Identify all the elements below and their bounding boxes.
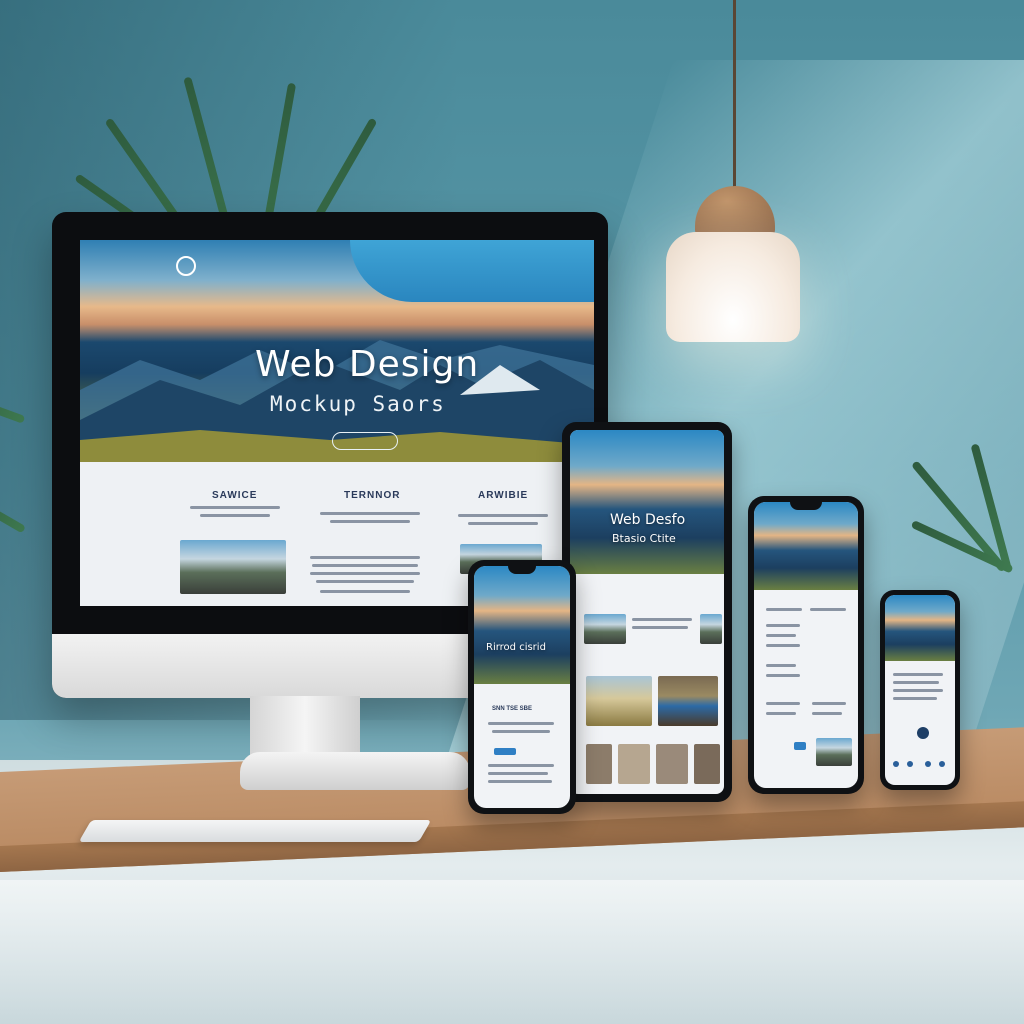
logo-circle-icon[interactable] — [176, 256, 196, 276]
floor-reflection — [0, 880, 1024, 1024]
phone-right-screen — [885, 595, 955, 785]
image-thumbnail[interactable] — [586, 744, 612, 784]
phone-right — [880, 590, 960, 790]
text-line — [766, 634, 796, 637]
text-line — [893, 681, 939, 684]
text-line — [316, 580, 414, 583]
nav-dot-icon[interactable] — [925, 761, 931, 767]
image-thumbnail[interactable] — [180, 540, 286, 594]
pendant-lamp — [666, 232, 800, 342]
keyboard — [78, 820, 432, 842]
hero-subtitle: Mockup Saors — [270, 392, 446, 416]
text-line — [458, 514, 548, 517]
plant-right — [910, 420, 1024, 640]
text-line — [312, 564, 418, 567]
column-title-1: SAWICE — [212, 490, 258, 501]
text-line — [320, 590, 410, 593]
phone-left-screen: Rirrod cisrid SNN TSE SBE — [474, 566, 570, 808]
text-line — [766, 608, 802, 611]
text-line — [488, 722, 554, 725]
hero-title: Web Design — [255, 344, 480, 385]
text-line — [893, 673, 943, 676]
column-title-3: ARWIBIE — [478, 490, 529, 501]
text-line — [632, 618, 692, 621]
nav-dot-icon[interactable] — [907, 761, 913, 767]
tablet: Web Desfo Btasio Ctite — [562, 422, 732, 802]
text-line — [893, 689, 943, 692]
image-thumbnail[interactable] — [586, 676, 652, 726]
text-line — [766, 624, 800, 627]
text-line — [330, 520, 410, 523]
image-thumbnail[interactable] — [584, 614, 626, 644]
text-line — [190, 506, 280, 509]
text-line — [893, 697, 937, 700]
nav-highlight — [350, 240, 594, 302]
column-title-2: TERNNOR — [344, 490, 401, 501]
nav-dot-icon[interactable] — [893, 761, 899, 767]
text-line — [810, 608, 846, 611]
hero-cta-button[interactable] — [332, 432, 398, 450]
action-button[interactable] — [794, 742, 806, 750]
image-thumbnail[interactable] — [700, 614, 722, 644]
monitor-screen: Web Design Mockup Saors SAWICE TERNNOR A… — [80, 240, 594, 606]
section-label-chip — [494, 748, 516, 755]
text-line — [488, 764, 554, 767]
lamp-cord — [733, 0, 736, 196]
text-line — [488, 780, 552, 783]
phone-left-title: Rirrod cisrid — [486, 642, 546, 653]
text-line — [310, 556, 420, 559]
text-line — [310, 572, 420, 575]
phone-middle-screen — [754, 502, 858, 788]
text-line — [488, 772, 548, 775]
image-thumbnail[interactable] — [656, 744, 688, 784]
text-line — [766, 664, 796, 667]
phone-middle — [748, 496, 864, 794]
text-line — [812, 702, 846, 705]
image-thumbnail[interactable] — [816, 738, 852, 766]
plant-left-lower — [0, 340, 60, 540]
text-line — [200, 514, 270, 517]
image-thumbnail[interactable] — [658, 676, 718, 726]
text-line — [766, 702, 800, 705]
text-line — [766, 712, 796, 715]
image-thumbnail[interactable] — [694, 744, 720, 784]
tablet-subtitle: Btasio Ctite — [612, 532, 676, 545]
text-line — [320, 512, 420, 515]
text-line — [492, 730, 550, 733]
image-thumbnail[interactable] — [618, 744, 650, 784]
tablet-screen: Web Desfo Btasio Ctite — [570, 430, 724, 794]
monitor-foot — [240, 752, 470, 790]
tablet-title: Web Desfo — [610, 512, 686, 528]
nav-dot-icon[interactable] — [939, 761, 945, 767]
text-line — [812, 712, 842, 715]
scene: Web Design Mockup Saors SAWICE TERNNOR A… — [0, 0, 1024, 1024]
text-line — [632, 626, 688, 629]
phone-left: Rirrod cisrid SNN TSE SBE — [468, 560, 576, 814]
hero-banner: Web Design Mockup Saors — [80, 240, 594, 462]
text-line — [766, 644, 800, 647]
phone-left-section: SNN TSE SBE — [492, 706, 533, 712]
text-line — [468, 522, 538, 525]
text-line — [766, 674, 800, 677]
badge-icon[interactable] — [917, 727, 929, 739]
